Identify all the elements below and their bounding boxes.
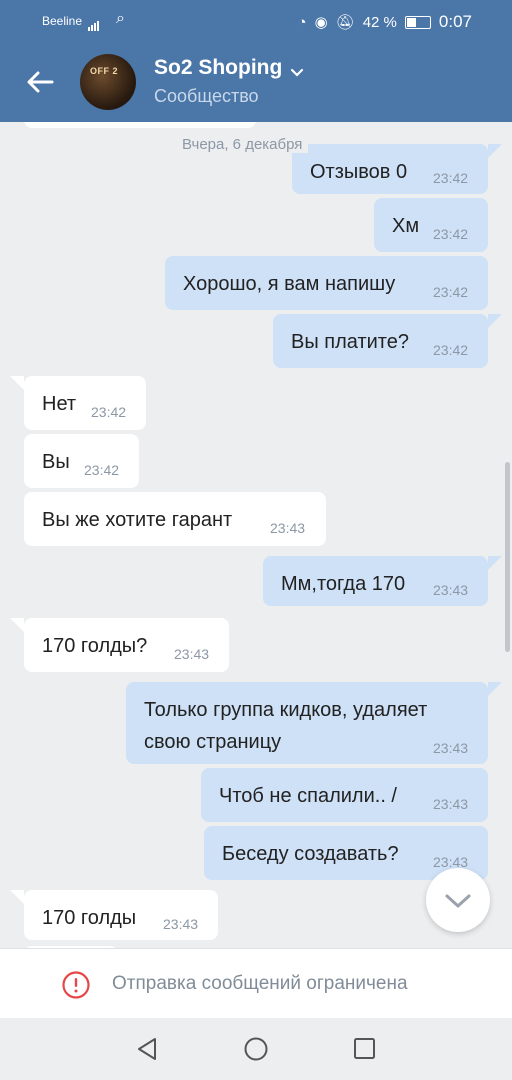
chat-header: OFF 2 So2 Shoping Сообщество bbox=[0, 42, 512, 122]
message-time: 23:43 bbox=[163, 916, 199, 932]
message-text: Хм bbox=[392, 215, 420, 237]
message-time: 23:43 bbox=[433, 582, 469, 598]
signal-icon bbox=[88, 13, 100, 31]
message-text: Только группа кидков, удаляет свою стран… bbox=[144, 699, 428, 753]
carrier-name: Beeline bbox=[42, 14, 83, 28]
battery-percent: 42 % bbox=[362, 13, 397, 31]
message-text: Отзывов 0 bbox=[310, 161, 408, 183]
message-time: 23:43 bbox=[433, 796, 469, 812]
clock: 0:07 bbox=[438, 12, 472, 31]
eye-icon: ◉ bbox=[314, 14, 328, 31]
status-right: ◔ ◉ 🔕︎ 42 % 0:07 bbox=[298, 12, 473, 32]
message-list[interactable]: Отзывов 0 23:42 Вчера, 6 декабря Хм 23:4… bbox=[0, 122, 512, 948]
bubble-tail bbox=[10, 890, 24, 904]
back-arrow-icon[interactable] bbox=[24, 66, 56, 98]
message-text: Вы bbox=[42, 451, 70, 473]
message-bubble[interactable]: Вы 23:42 bbox=[24, 434, 139, 488]
message-bubble[interactable]: Хорошо, я вам напишу 23:42 bbox=[165, 256, 488, 310]
status-bar: Beeline ⌕ ◔ ◉ 🔕︎ 42 % 0:07 bbox=[0, 0, 512, 42]
avatar-text: OFF 2 bbox=[90, 66, 119, 76]
message-text: Беседу создавать? bbox=[222, 843, 399, 865]
exclamation-circle-icon bbox=[62, 971, 90, 999]
triangle-back-icon[interactable] bbox=[134, 1036, 160, 1062]
mute-icon: 🔕︎ bbox=[335, 14, 355, 31]
messaging-restricted-banner: Отправка сообщений ограничена bbox=[0, 948, 512, 1019]
message-bubble[interactable]: 170 голды 23:43 bbox=[24, 890, 218, 940]
message-time: 23:42 bbox=[433, 226, 469, 242]
message-time: 23:42 bbox=[433, 342, 469, 358]
scrollbar[interactable] bbox=[505, 462, 510, 652]
message-time: 23:42 bbox=[91, 404, 127, 420]
alarm-icon: ◔ bbox=[297, 13, 307, 31]
message-text: Чтоб не спалили.. / bbox=[219, 785, 397, 807]
bubble-tail bbox=[488, 314, 502, 328]
avatar[interactable]: OFF 2 bbox=[80, 54, 136, 110]
bubble-tail bbox=[10, 618, 24, 632]
bubble-tail bbox=[488, 144, 502, 158]
message-text: Хорошо, я вам напишу bbox=[183, 273, 396, 295]
message-text: 170 голды? bbox=[42, 635, 148, 657]
message-bubble[interactable]: Мм,тогда 170 23:43 bbox=[263, 556, 488, 606]
chevron-down-icon bbox=[445, 894, 471, 908]
message-text: Нет bbox=[42, 393, 77, 415]
restriction-text: Отправка сообщений ограничена bbox=[112, 973, 408, 994]
scroll-down-button[interactable] bbox=[426, 868, 490, 932]
bubble-tail bbox=[488, 556, 502, 570]
message-bubble[interactable]: Нет 23:42 bbox=[24, 376, 146, 430]
message-bubble[interactable]: Отзывов 0 23:42 bbox=[292, 144, 488, 194]
message-time: 23:43 bbox=[270, 520, 306, 536]
message-bubble-clipped bbox=[24, 122, 256, 128]
message-text: Вы же хотите гарант bbox=[42, 509, 233, 531]
message-bubble[interactable]: Чтоб не спалили.. / 23:43 bbox=[201, 768, 488, 822]
date-separator: Вчера, 6 декабря bbox=[176, 136, 309, 153]
search-icon: ⌕ bbox=[116, 10, 125, 27]
message-time: 23:42 bbox=[433, 284, 469, 300]
bubble-tail bbox=[488, 682, 502, 696]
system-navigation-bar bbox=[0, 1018, 512, 1080]
message-bubble[interactable]: Только группа кидков, удаляет свою стран… bbox=[126, 682, 488, 764]
message-time: 23:43 bbox=[174, 646, 210, 662]
message-bubble[interactable]: 170 голды? 23:43 bbox=[24, 618, 229, 672]
message-time: 23:42 bbox=[433, 170, 469, 186]
chat-title[interactable]: So2 Shoping bbox=[154, 56, 282, 80]
message-text: 170 голды bbox=[42, 907, 137, 929]
battery-icon bbox=[404, 15, 431, 29]
circle-home-icon[interactable] bbox=[243, 1036, 269, 1062]
message-text: Мм,тогда 170 bbox=[281, 573, 406, 595]
message-bubble[interactable]: Хм 23:42 bbox=[374, 198, 488, 252]
message-bubble[interactable]: Вы платите? 23:42 bbox=[273, 314, 488, 368]
message-bubble[interactable]: Вы же хотите гарант 23:43 bbox=[24, 492, 326, 546]
message-time: 23:42 bbox=[84, 462, 120, 478]
bubble-tail bbox=[10, 376, 24, 390]
chat-subtitle: Сообщество bbox=[154, 86, 259, 106]
chevron-down-icon[interactable] bbox=[290, 68, 304, 78]
message-time: 23:43 bbox=[433, 740, 469, 756]
message-text: Вы платите? bbox=[291, 331, 409, 353]
square-recent-icon[interactable] bbox=[352, 1036, 378, 1062]
